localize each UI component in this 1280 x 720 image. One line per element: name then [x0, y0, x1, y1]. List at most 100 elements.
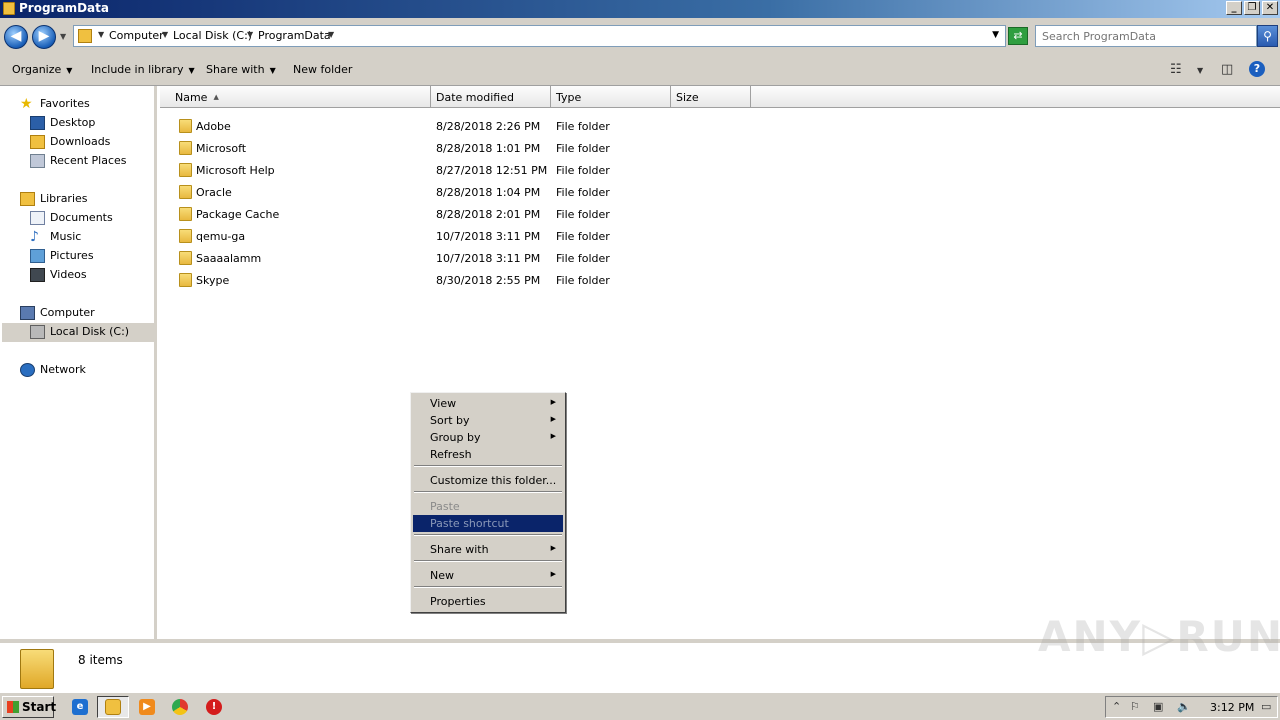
nav-local-disk[interactable]: Local Disk (C:) [2, 323, 157, 342]
menu-item-view[interactable]: View ▶ [413, 395, 563, 412]
folder-icon [179, 251, 192, 265]
menu-item-customize-folder[interactable]: Customize this folder... [413, 472, 563, 489]
chevron-down-icon[interactable]: ▼ [247, 30, 253, 39]
search-icon: ⚲ [1263, 29, 1272, 43]
folder-icon [179, 229, 192, 243]
nav-network[interactable]: Network [20, 361, 150, 380]
menu-item-refresh[interactable]: Refresh [413, 446, 563, 463]
chevron-down-icon[interactable]: ▼ [1197, 66, 1203, 75]
organize-menu[interactable]: Organize ▼ [12, 63, 72, 76]
menu-item-sort-by[interactable]: Sort by ▶ [413, 412, 563, 429]
view-options-icon[interactable]: ☷ [1170, 62, 1182, 77]
desktop-icon [30, 116, 45, 130]
include-in-library-menu[interactable]: Include in library ▼ [91, 63, 195, 76]
explorer-taskbar-button[interactable] [97, 696, 129, 718]
share-with-menu[interactable]: Share with ▼ [206, 63, 276, 76]
nav-documents[interactable]: Documents [30, 209, 150, 228]
music-icon: ♪ [30, 229, 39, 245]
nav-downloads[interactable]: Downloads [30, 133, 150, 152]
menu-separator [414, 491, 562, 493]
file-row[interactable]: Microsoft 8/28/2018 1:01 PM File folder [160, 137, 760, 159]
address-bar[interactable]: ▼ Computer ▼ Local Disk (C:) ▼ ProgramDa… [73, 25, 1006, 47]
column-header-name[interactable]: Name ▲ [160, 86, 431, 108]
internet-explorer-icon[interactable]: e [72, 699, 88, 715]
column-header-size[interactable]: Size [671, 86, 751, 108]
arrow-left-icon: ◀ [10, 28, 22, 44]
item-count: 8 items [78, 653, 123, 667]
volume-icon[interactable]: 🔈 [1177, 700, 1191, 713]
file-row[interactable]: Saaaalamm 10/7/2018 3:11 PM File folder [160, 247, 760, 269]
column-header-type[interactable]: Type [551, 86, 671, 108]
file-list-pane[interactable]: Name ▲ Date modified Type Size Adobe 8/28… [160, 86, 1280, 639]
computer-icon [20, 306, 35, 320]
refresh-icon: ⇄ [1013, 29, 1023, 42]
documents-icon [30, 211, 45, 225]
file-row[interactable]: Oracle 8/28/2018 1:04 PM File folder [160, 181, 760, 203]
chrome-icon[interactable] [172, 699, 188, 715]
chevron-down-icon[interactable]: ▼ [162, 30, 168, 39]
nav-desktop[interactable]: Desktop [30, 114, 150, 133]
chevron-down-icon[interactable]: ▼ [98, 30, 104, 39]
submenu-arrow-icon: ▶ [550, 544, 556, 552]
nav-libraries[interactable]: Libraries [20, 190, 150, 209]
menu-item-properties[interactable]: Properties [413, 593, 563, 610]
menu-separator [414, 560, 562, 562]
column-header-date-modified[interactable]: Date modified [431, 86, 551, 108]
nav-pictures[interactable]: Pictures [30, 247, 150, 266]
start-button[interactable]: Start [2, 696, 56, 718]
recent-pages-dropdown[interactable]: ▼ [60, 32, 66, 41]
minimize-button[interactable]: _ [1226, 1, 1242, 15]
refresh-button[interactable]: ⇄ [1008, 27, 1028, 45]
menu-item-paste-shortcut: Paste shortcut [413, 515, 563, 532]
folder-icon [20, 649, 54, 689]
file-row[interactable]: Package Cache 8/28/2018 2:01 PM File fol… [160, 203, 760, 225]
file-row[interactable]: qemu-ga 10/7/2018 3:11 PM File folder [160, 225, 760, 247]
title-bar: ProgramData _ ❐ ✕ [0, 0, 1280, 18]
file-row[interactable]: Adobe 8/28/2018 2:26 PM File folder [160, 115, 760, 137]
downloads-icon [30, 135, 45, 149]
breadcrumb-computer[interactable]: Computer [109, 29, 164, 42]
column-header-row: Name ▲ Date modified Type Size [160, 86, 1280, 108]
breadcrumb-local-disk[interactable]: Local Disk (C:) [173, 29, 252, 42]
nav-favorites[interactable]: ★ Favorites [20, 95, 150, 114]
breadcrumb-programdata[interactable]: ProgramData [258, 29, 331, 42]
preview-pane-icon[interactable]: ◫ [1221, 62, 1233, 77]
close-button[interactable]: ✕ [1262, 1, 1278, 15]
forward-button[interactable]: ▶ [32, 25, 56, 49]
new-folder-button[interactable]: New folder [293, 63, 352, 76]
folder-icon [179, 141, 192, 155]
restore-button[interactable]: ❐ [1244, 1, 1260, 15]
nav-videos[interactable]: Videos [30, 266, 150, 285]
menu-item-paste: Paste [430, 500, 460, 513]
show-hidden-icons-icon[interactable]: ⌃ [1112, 700, 1121, 713]
action-center-flag-icon[interactable]: ⚐ [1130, 700, 1140, 713]
stop-icon[interactable]: ! [206, 699, 222, 715]
help-icon[interactable]: ? [1249, 61, 1265, 77]
file-row[interactable]: Microsoft Help 8/27/2018 12:51 PM File f… [160, 159, 760, 181]
system-tray: ⌃ ⚐ ▣ 🔈 3:12 PM ▭ [1105, 696, 1278, 718]
menu-item-share-with[interactable]: Share with ▶ [413, 541, 563, 558]
libraries-icon [20, 192, 35, 206]
menu-separator [414, 586, 562, 588]
nav-computer[interactable]: Computer [20, 304, 150, 323]
media-player-icon[interactable]: ▶ [139, 699, 155, 715]
taskbar: Start e ▶ ! ⌃ ⚐ ▣ 🔈 3:12 PM ▭ [0, 692, 1280, 720]
folder-icon [179, 207, 192, 221]
search-button[interactable]: ⚲ [1257, 25, 1278, 47]
search-input[interactable] [1042, 27, 1242, 45]
address-history-dropdown[interactable]: ▼ [992, 30, 999, 40]
network-tray-icon[interactable]: ▣ [1153, 700, 1163, 713]
back-button[interactable]: ◀ [4, 25, 28, 49]
folder-icon [3, 2, 15, 15]
show-desktop-icon[interactable]: ▭ [1261, 700, 1271, 713]
search-box[interactable] [1035, 25, 1257, 47]
star-icon: ★ [20, 96, 33, 112]
menu-item-new[interactable]: New ▶ [413, 567, 563, 584]
clock[interactable]: 3:12 PM [1210, 701, 1254, 714]
chevron-down-icon[interactable]: ▼ [328, 30, 334, 39]
menu-item-group-by[interactable]: Group by ▶ [413, 429, 563, 446]
nav-recent-places[interactable]: Recent Places [30, 152, 150, 171]
file-row[interactable]: Skype 8/30/2018 2:55 PM File folder [160, 269, 760, 291]
recent-places-icon [30, 154, 45, 168]
nav-music[interactable]: ♪ Music [30, 228, 150, 247]
